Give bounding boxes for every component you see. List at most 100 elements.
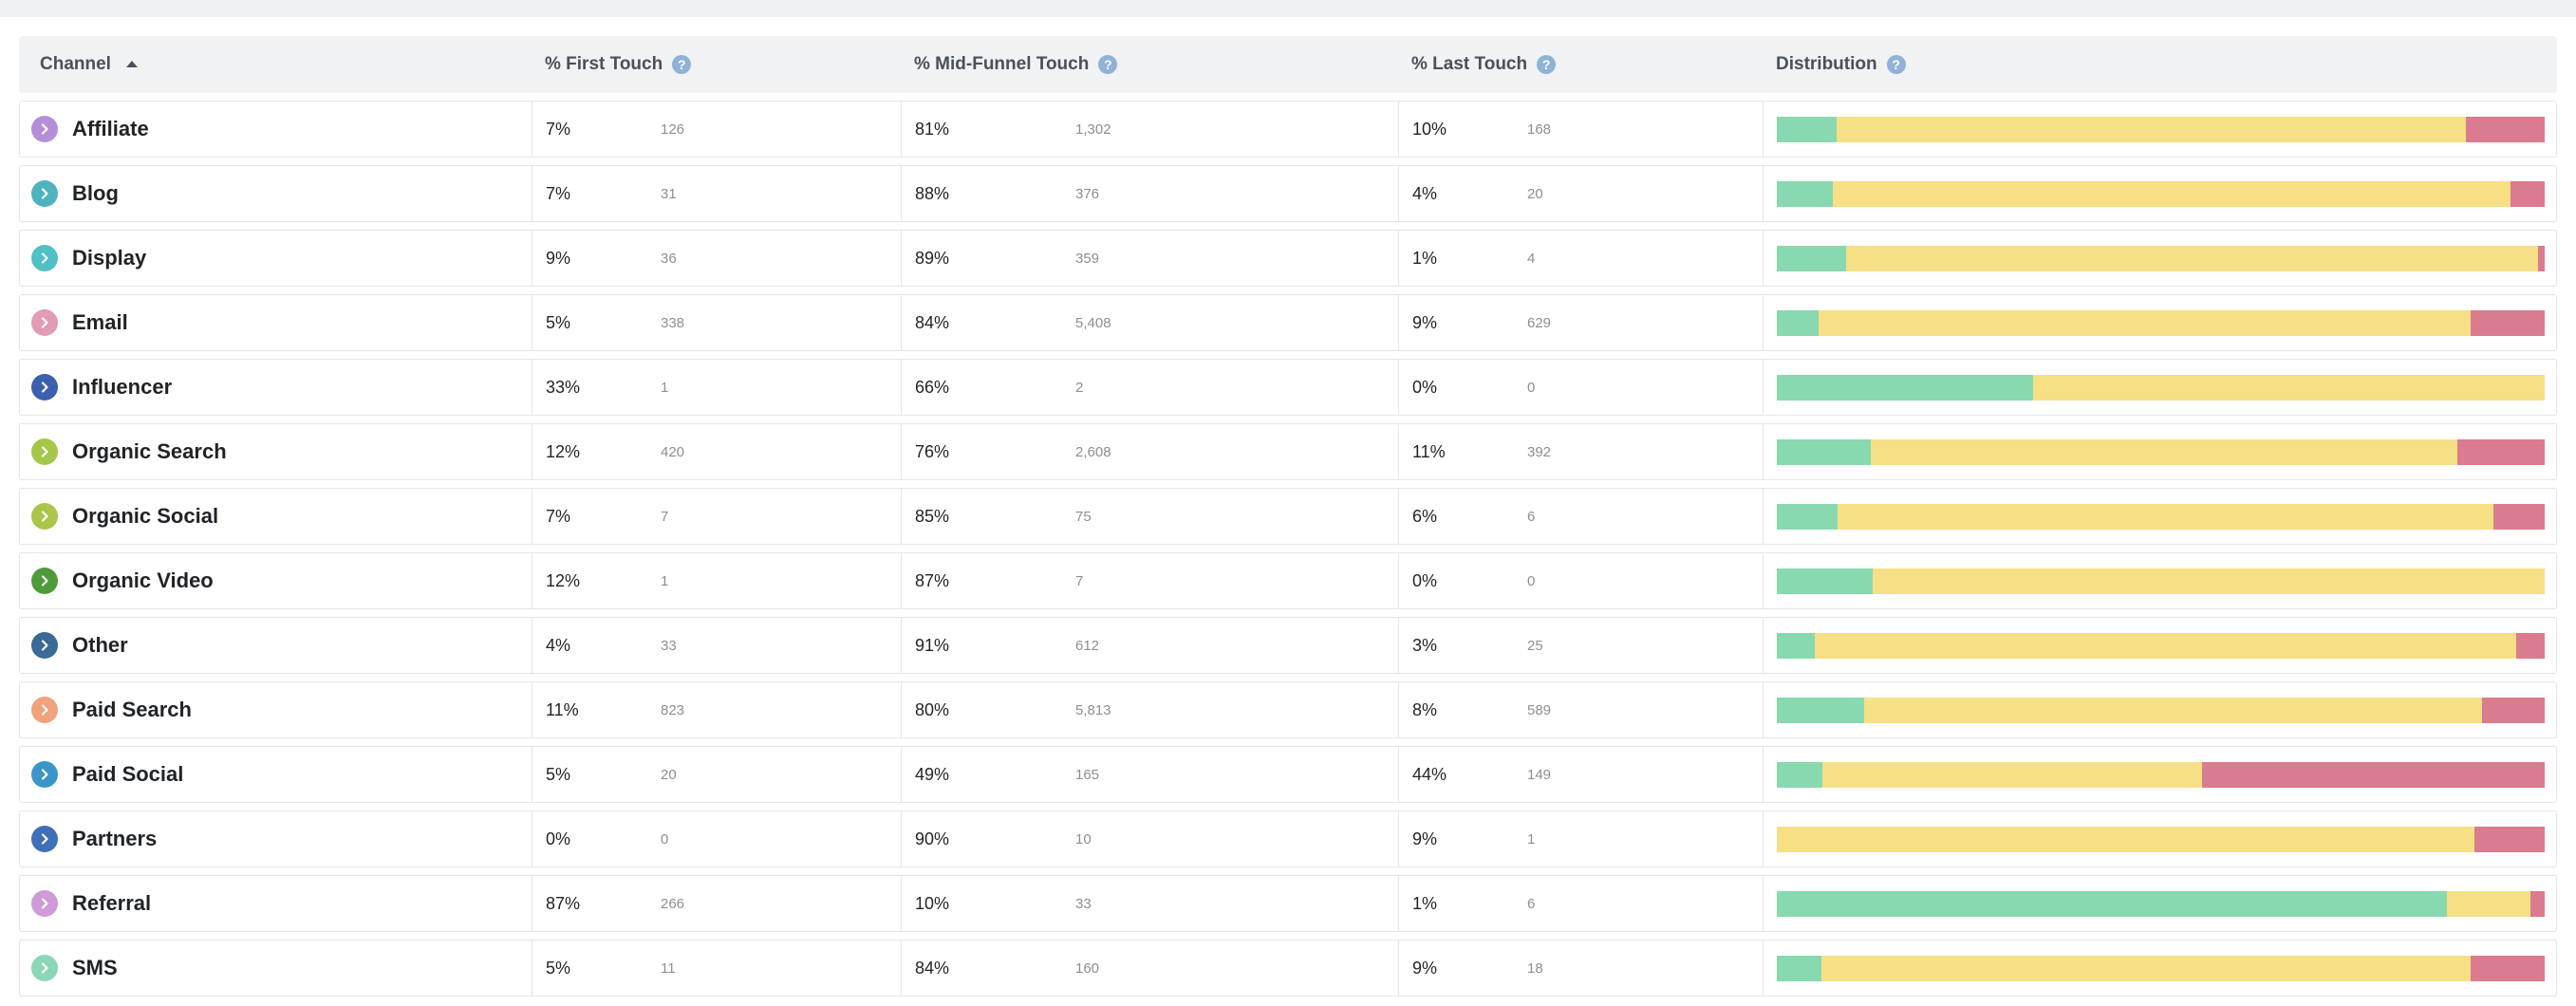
mid-funnel-cell: 84% 5,408 xyxy=(902,295,1399,350)
last-touch-cell: 9% 1 xyxy=(1399,811,1764,866)
first-touch-percent: 12% xyxy=(546,570,581,590)
mid-funnel-count: 2,608 xyxy=(1075,443,1111,460)
expand-chevron-icon[interactable] xyxy=(31,374,58,401)
column-header-channel[interactable]: Channel xyxy=(19,54,532,75)
table-row[interactable]: Affiliate 7% 126 81% 1,302 10% 168 xyxy=(19,101,2557,158)
distribution-bar xyxy=(1777,568,2545,594)
last-touch-percent: 4% xyxy=(1412,183,1438,203)
mid-funnel-percent: 91% xyxy=(915,635,950,655)
table-row[interactable]: Partners 0% 0 90% 10 9% 1 xyxy=(19,810,2557,867)
column-header-first-touch: % First Touch ? xyxy=(532,54,901,75)
first-touch-segment xyxy=(1777,180,1834,207)
mid-funnel-percent: 85% xyxy=(915,506,950,526)
distribution-bar xyxy=(1777,309,2545,336)
first-touch-percent: 7% xyxy=(546,183,571,203)
channel-cell: Paid Social xyxy=(20,747,532,802)
column-header-channel-label: Channel xyxy=(40,54,111,74)
mid-funnel-count: 2 xyxy=(1075,379,1084,396)
last-touch-segment xyxy=(2456,438,2545,465)
channel-cell: Paid Search xyxy=(20,682,532,737)
last-touch-segment xyxy=(2537,245,2545,271)
first-touch-count: 20 xyxy=(661,766,677,783)
distribution-cell xyxy=(1764,489,2558,544)
distribution-bar xyxy=(1777,955,2545,981)
last-touch-segment xyxy=(2471,955,2545,981)
channel-table-panel: Channel % First Touch ? % Mid-Funnel Tou… xyxy=(0,17,2576,1006)
distribution-bar xyxy=(1777,890,2545,917)
table-row[interactable]: Email 5% 338 84% 5,408 9% 629 xyxy=(19,294,2557,351)
last-touch-segment xyxy=(2481,697,2545,723)
mid-funnel-count: 612 xyxy=(1075,637,1100,654)
mid-funnel-segment xyxy=(1845,245,2538,271)
expand-chevron-icon[interactable] xyxy=(31,697,58,723)
channel-name: Affiliate xyxy=(72,117,149,140)
last-touch-count: 25 xyxy=(1527,637,1543,654)
last-touch-count: 589 xyxy=(1527,701,1552,718)
table-row[interactable]: SMS 5% 11 84% 160 9% 18 xyxy=(19,940,2557,997)
help-icon[interactable]: ? xyxy=(672,55,692,74)
first-touch-cell: 9% 36 xyxy=(532,231,902,286)
channel-name: SMS xyxy=(72,956,118,979)
distribution-cell xyxy=(1764,747,2558,802)
first-touch-segment xyxy=(1777,309,1819,336)
expand-chevron-icon[interactable] xyxy=(31,180,58,207)
table-row[interactable]: Organic Social 7% 7 85% 75 6% 6 xyxy=(19,488,2557,545)
last-touch-segment xyxy=(2474,826,2545,852)
table-row[interactable]: Organic Video 12% 1 87% 7 0% 0 xyxy=(19,552,2557,609)
mid-funnel-count: 359 xyxy=(1075,250,1100,267)
expand-chevron-icon[interactable] xyxy=(31,438,58,465)
first-touch-percent: 5% xyxy=(546,958,571,978)
last-touch-cell: 44% 149 xyxy=(1399,747,1764,802)
first-touch-count: 1 xyxy=(661,572,669,589)
last-touch-cell: 9% 629 xyxy=(1399,295,1764,350)
last-touch-count: 0 xyxy=(1527,572,1536,589)
first-touch-cell: 12% 420 xyxy=(532,424,902,479)
last-touch-percent: 8% xyxy=(1412,699,1438,719)
table-row[interactable]: Other 4% 33 91% 612 3% 25 xyxy=(19,617,2557,674)
first-touch-segment xyxy=(1777,697,1865,723)
mid-funnel-percent: 76% xyxy=(915,441,950,461)
expand-chevron-icon[interactable] xyxy=(31,761,58,788)
expand-chevron-icon[interactable] xyxy=(31,116,58,142)
mid-funnel-percent: 87% xyxy=(915,570,950,590)
first-touch-percent: 9% xyxy=(546,248,571,268)
table-row[interactable]: Paid Social 5% 20 49% 165 44% 149 xyxy=(19,746,2557,803)
table-row[interactable]: Influencer 33% 1 66% 2 0% 0 xyxy=(19,359,2557,416)
expand-chevron-icon[interactable] xyxy=(31,890,58,917)
table-row[interactable]: Blog 7% 31 88% 376 4% 20 xyxy=(19,165,2557,222)
expand-chevron-icon[interactable] xyxy=(31,309,58,336)
last-touch-count: 6 xyxy=(1527,508,1536,525)
mid-funnel-cell: 89% 359 xyxy=(902,231,1399,286)
expand-chevron-icon[interactable] xyxy=(31,632,58,659)
table-row[interactable]: Display 9% 36 89% 359 1% 4 xyxy=(19,230,2557,287)
first-touch-percent: 87% xyxy=(546,893,581,913)
mid-funnel-cell: 80% 5,813 xyxy=(902,682,1399,737)
table-row[interactable]: Organic Search 12% 420 76% 2,608 11% 392 xyxy=(19,423,2557,480)
mid-funnel-cell: 81% 1,302 xyxy=(902,102,1399,157)
expand-chevron-icon[interactable] xyxy=(31,503,58,530)
last-touch-percent: 1% xyxy=(1412,248,1438,268)
distribution-bar xyxy=(1777,826,2545,852)
first-touch-segment xyxy=(1777,955,1821,981)
sort-ascending-icon[interactable] xyxy=(125,60,138,67)
distribution-cell xyxy=(1764,360,2558,415)
expand-chevron-icon[interactable] xyxy=(31,826,58,852)
last-touch-percent: 10% xyxy=(1412,119,1447,139)
table-row[interactable]: Referral 87% 266 10% 33 1% 6 xyxy=(19,875,2557,932)
distribution-cell xyxy=(1764,811,2558,866)
chevron-right-icon xyxy=(41,575,48,587)
last-touch-percent: 11% xyxy=(1412,441,1446,461)
distribution-bar xyxy=(1777,180,2545,207)
mid-funnel-percent: 49% xyxy=(915,764,950,784)
channel-cell: Organic Social xyxy=(20,489,532,544)
first-touch-percent: 33% xyxy=(546,377,581,397)
table-row[interactable]: Paid Search 11% 823 80% 5,813 8% 589 xyxy=(19,681,2557,738)
help-icon[interactable]: ? xyxy=(1098,55,1118,74)
expand-chevron-icon[interactable] xyxy=(31,568,58,594)
help-icon[interactable]: ? xyxy=(1886,55,1906,74)
help-icon[interactable]: ? xyxy=(1537,55,1557,74)
expand-chevron-icon[interactable] xyxy=(31,245,58,271)
last-touch-segment xyxy=(2470,309,2545,336)
expand-chevron-icon[interactable] xyxy=(31,955,58,981)
first-touch-percent: 5% xyxy=(546,764,571,784)
